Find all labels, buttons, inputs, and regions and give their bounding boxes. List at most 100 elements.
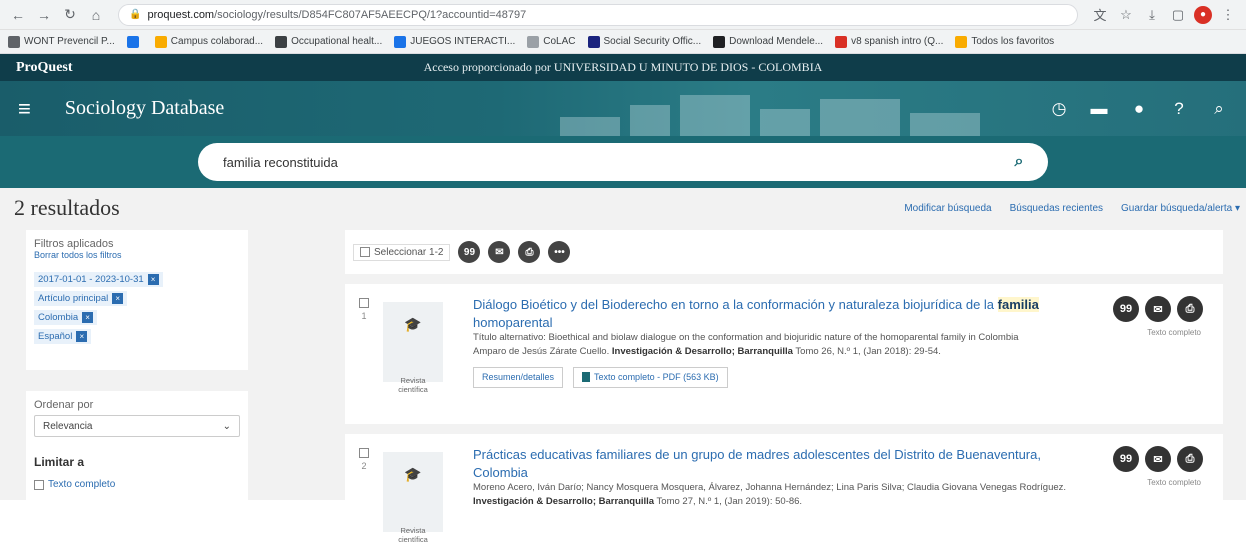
bookmark-item[interactable]: Download Mendele...	[713, 35, 823, 48]
tab-icon[interactable]: ▢	[1168, 5, 1188, 25]
bookmark-label: Social Security Offic...	[603, 36, 702, 47]
result-source[interactable]: Investigación & Desarrollo; Barranquilla	[612, 346, 793, 357]
skyline-decoration	[560, 95, 980, 136]
hamburger-menu-icon[interactable]: ≡	[18, 96, 31, 122]
cite-icon[interactable]: 99	[1113, 296, 1139, 322]
remove-filter-icon[interactable]: ×	[147, 274, 159, 285]
filter-chip-date[interactable]: 2017-01-01 - 2023-10-31 ×	[34, 272, 163, 287]
limit-title: Limitar a	[34, 455, 85, 469]
filter-chip-type[interactable]: Artículo principal ×	[34, 291, 128, 306]
bookmark-item[interactable]	[126, 35, 143, 48]
remove-filter-icon[interactable]: ×	[76, 331, 88, 342]
bookmark-label: WONT Prevencil P...	[24, 36, 115, 47]
email-icon[interactable]: ✉	[488, 241, 511, 263]
download-icon[interactable]: ⤓	[1142, 5, 1162, 25]
translate-icon[interactable]: 文	[1090, 5, 1110, 25]
filter-chip-country[interactable]: Colombia ×	[34, 310, 98, 325]
checkbox-icon[interactable]	[359, 448, 369, 458]
chip-label: Colombia	[38, 312, 79, 323]
help-icon[interactable]: ?	[1170, 99, 1188, 118]
bookmark-item[interactable]: JUEGOS INTERACTI...	[394, 35, 516, 48]
checkbox-icon[interactable]	[34, 479, 44, 490]
result-type: Revista científica	[398, 526, 428, 544]
checkbox-icon[interactable]	[359, 298, 369, 308]
result-authors: Amparo de Jesús Zárate Cuello.	[473, 345, 612, 357]
result-thumbnail[interactable]: 🎓	[383, 452, 443, 532]
folder-icon[interactable]: ▬	[1090, 99, 1108, 118]
title-highlight: familia	[997, 297, 1039, 312]
graduation-cap-icon: 🎓	[404, 466, 422, 482]
checkbox-icon[interactable]	[360, 247, 370, 257]
remove-filter-icon[interactable]: ×	[112, 293, 124, 304]
history-icon[interactable]: ◷	[1050, 99, 1068, 118]
forward-icon[interactable]: →	[34, 5, 54, 25]
result-title[interactable]: Prácticas educativas familiares de un gr…	[473, 446, 1093, 481]
bookmark-favicon-icon	[713, 35, 726, 48]
home-icon[interactable]: ⌂	[86, 5, 106, 25]
more-icon[interactable]: •••	[548, 241, 571, 263]
bookmark-item[interactable]: Occupational healt...	[275, 35, 382, 48]
email-icon[interactable]: ✉	[1145, 446, 1171, 472]
menu-dots-icon[interactable]: ⋮	[1218, 5, 1238, 25]
fulltext-label: Texto completo	[1147, 328, 1201, 337]
filters-title: Filtros aplicados	[34, 238, 114, 250]
fulltext-pdf-button[interactable]: Texto completo - PDF (563 KB)	[573, 366, 728, 388]
clear-filters-link[interactable]: Borrar todos los filtros	[34, 250, 240, 260]
print-icon[interactable]: ⎙	[1177, 446, 1203, 472]
print-icon[interactable]: ⎙	[518, 241, 541, 263]
bookmark-item[interactable]: v8 spanish intro (Q...	[835, 35, 943, 48]
bookmark-label: JUEGOS INTERACTI...	[410, 36, 516, 47]
star-icon[interactable]: ☆	[1116, 5, 1136, 25]
print-icon[interactable]: ⎙	[1177, 296, 1203, 322]
address-bar[interactable]: 🔒 proquest.com /sociology/results/D854FC…	[118, 3, 1078, 26]
result-source[interactable]: Investigación & Desarrollo; Barranquilla	[473, 496, 654, 507]
sort-select[interactable]: Relevancia ⌄	[34, 415, 240, 437]
result-item: 2 🎓 Revista científica Prácticas educati…	[345, 434, 1223, 544]
search-box: ⌕	[198, 143, 1048, 181]
search-input[interactable]	[223, 154, 1006, 170]
profile-icon[interactable]: ●	[1194, 5, 1212, 24]
sort-label: Ordenar por	[34, 399, 94, 411]
result-checkbox[interactable]: 1	[359, 298, 369, 321]
search-icon[interactable]: ⌕	[1210, 99, 1228, 118]
result-type: Revista científica	[398, 376, 428, 394]
result-title[interactable]: Diálogo Bioético y del Bioderecho en tor…	[473, 296, 1093, 331]
result-checkbox[interactable]: 2	[359, 448, 369, 471]
url-host: proquest.com	[147, 8, 215, 21]
limit-label: Texto completo	[48, 479, 116, 490]
result-thumbnail[interactable]: 🎓	[383, 302, 443, 382]
recent-searches-link[interactable]: Búsquedas recientes	[1010, 203, 1103, 214]
search-submit-icon[interactable]: ⌕	[1006, 149, 1032, 175]
proquest-logo[interactable]: ProQuest	[16, 60, 73, 76]
limit-fulltext-checkbox[interactable]: Texto completo	[34, 479, 240, 490]
proquest-topbar: ProQuest Acceso proporcionado por UNIVER…	[0, 54, 1246, 81]
reload-icon[interactable]: ↻	[60, 5, 80, 25]
filter-chip-language[interactable]: Español ×	[34, 329, 92, 344]
cite-icon[interactable]: 99	[1113, 446, 1139, 472]
filters-sidebar: Filtros aplicados Borrar todos los filtr…	[26, 230, 248, 509]
bookmark-item[interactable]: Campus colaborad...	[154, 35, 263, 48]
abstract-details-button[interactable]: Resumen/detalles	[473, 366, 564, 388]
select-all-checkbox[interactable]: Seleccionar 1-2	[353, 243, 451, 261]
database-header: ≡ Sociology Database ◷ ▬ ● ? ⌕	[0, 81, 1246, 136]
save-search-link[interactable]: Guardar búsqueda/alerta ▾	[1121, 203, 1240, 214]
title-text-tail: homoparental	[473, 314, 553, 330]
bookmark-item[interactable]: WONT Prevencil P...	[8, 35, 115, 48]
bookmark-favicon-icon	[835, 35, 848, 48]
result-index: 1	[361, 311, 367, 321]
bookmark-item[interactable]: Todos los favoritos	[955, 35, 1055, 48]
back-icon[interactable]: ←	[8, 5, 28, 25]
bookmark-item[interactable]: Social Security Offic...	[587, 35, 702, 48]
bookmark-favicon-icon	[955, 35, 968, 48]
email-icon[interactable]: ✉	[1145, 296, 1171, 322]
result-issue: Tomo 26, N.º 1, (Jan 2018): 29-54.	[792, 345, 941, 357]
remove-filter-icon[interactable]: ×	[82, 312, 94, 323]
cite-icon[interactable]: 99	[458, 241, 481, 263]
results-list: Seleccionar 1-2 99 ✉ ⎙ ••• 1 🎓 Revista c…	[345, 230, 1223, 544]
database-title[interactable]: Sociology Database	[65, 97, 224, 120]
bookmark-label: Todos los favoritos	[971, 36, 1055, 47]
bookmark-item[interactable]: CoLAC	[527, 35, 576, 48]
modify-search-link[interactable]: Modificar búsqueda	[904, 203, 991, 214]
user-icon[interactable]: ●	[1130, 99, 1148, 118]
fulltext-label: Texto completo	[1147, 478, 1201, 487]
